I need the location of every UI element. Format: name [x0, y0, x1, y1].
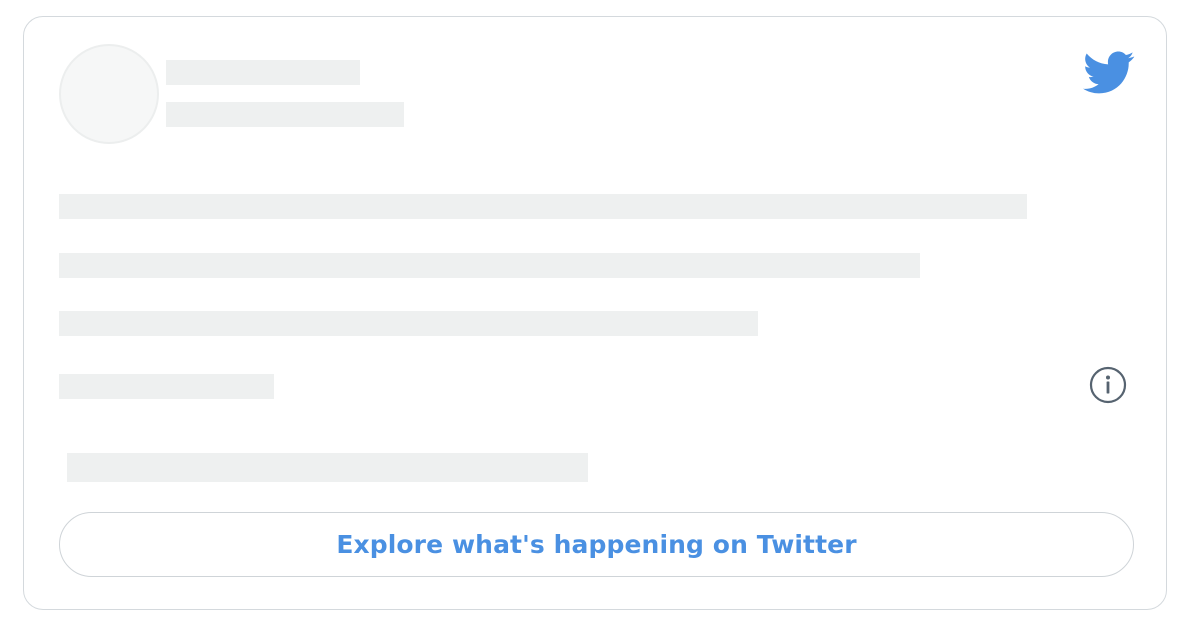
twitter-bird-icon[interactable] [1083, 51, 1135, 95]
author-handle-placeholder [166, 102, 404, 127]
explore-twitter-button-label: Explore what's happening on Twitter [336, 530, 857, 559]
tweet-embed-card: Explore what's happening on Twitter [23, 16, 1167, 610]
tweet-text-line-placeholder [59, 194, 1027, 219]
avatar-placeholder [59, 44, 159, 144]
tweet-engagement-placeholder [67, 453, 588, 482]
tweet-text-line-placeholder [59, 253, 920, 278]
info-icon[interactable] [1089, 366, 1127, 404]
author-name-placeholder [166, 60, 360, 85]
tweet-timestamp-placeholder [59, 374, 274, 399]
tweet-text-line-placeholder [59, 311, 758, 336]
explore-twitter-button[interactable]: Explore what's happening on Twitter [59, 512, 1134, 577]
